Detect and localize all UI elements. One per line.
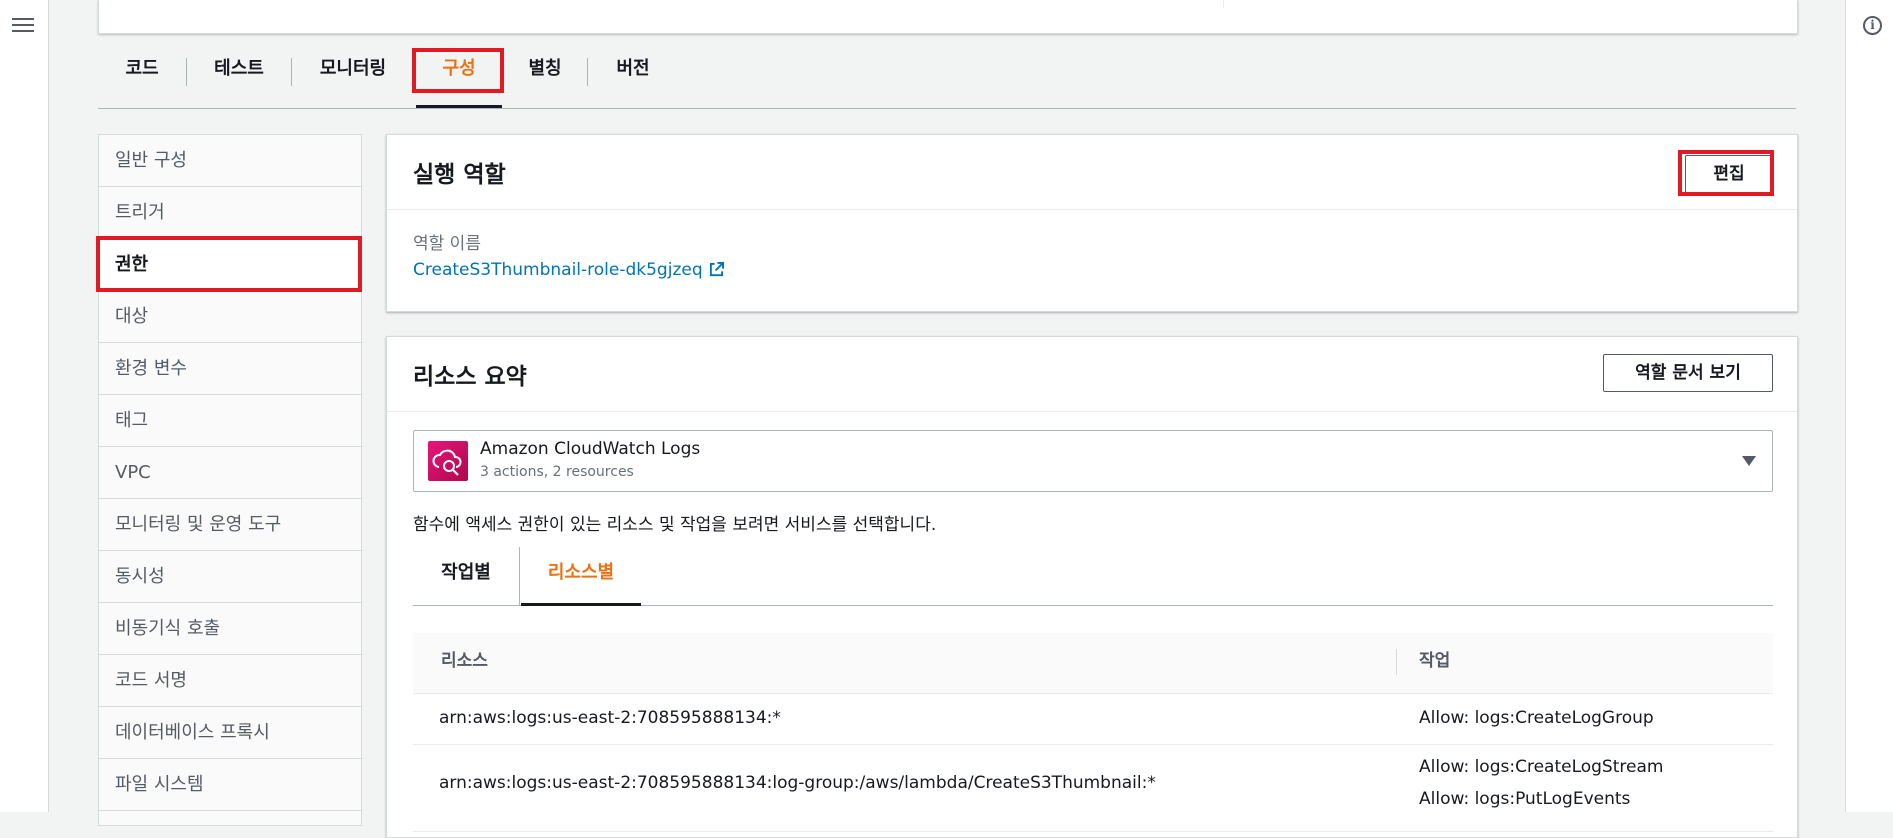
tab-by-resource-label: 리소스별 [547, 562, 615, 583]
action-entry: Allow: logs:PutLogEvents [1419, 789, 1631, 809]
tab-code[interactable]: 코드 [98, 48, 186, 108]
nav-general-configuration[interactable]: 일반 구성 [99, 135, 361, 187]
nav-concurrency[interactable]: 동시성 [99, 551, 361, 603]
resource-summary-title: 리소스 요약 [413, 364, 527, 390]
nav-tags[interactable]: 태그 [99, 395, 361, 447]
role-name-label: 역할 이름 [413, 234, 481, 254]
execution-role-card: 실행 역할 편집 역할 이름 CreateS3Thumbnail-role-dk… [386, 134, 1798, 312]
function-overview-panel [98, 0, 1798, 34]
column-header-resource: 리소스 [441, 651, 488, 671]
resource-arn: arn:aws:logs:us-east-2:708595888134:* [439, 708, 781, 728]
column-header-action: 작업 [1419, 651, 1451, 671]
nav-async-invocation[interactable]: 비동기식 호출 [99, 603, 361, 655]
nav-permissions[interactable]: 권한 [99, 239, 361, 291]
menu-icon[interactable] [12, 14, 34, 34]
tab-versions[interactable]: 버전 [588, 48, 678, 108]
right-rail: i [1845, 0, 1893, 812]
info-icon[interactable]: i [1863, 16, 1882, 35]
tab-by-action[interactable]: 작업별 [413, 547, 519, 605]
cloudwatch-logs-icon [428, 441, 468, 481]
execution-role-title: 실행 역할 [413, 162, 506, 188]
header-divider [387, 411, 1797, 412]
tab-test[interactable]: 테스트 [187, 48, 291, 108]
tab-separator [519, 547, 520, 605]
service-description: 함수에 액세스 권한이 있는 리소스 및 작업을 보려면 서비스를 선택합니다. [413, 515, 937, 535]
nav-file-system[interactable]: 파일 시스템 [99, 759, 361, 811]
view-role-document-button[interactable]: 역할 문서 보기 [1603, 354, 1773, 392]
tab-monitoring[interactable]: 모니터링 [292, 48, 414, 108]
role-name-link[interactable]: CreateS3Thumbnail-role-dk5gjzeq [413, 260, 724, 280]
tab-aliases[interactable]: 별칭 [504, 48, 586, 108]
function-tabs: 코드 테스트 모니터링 구성 별칭 버전 [98, 48, 1796, 109]
nav-destinations[interactable]: 대상 [99, 291, 361, 343]
left-rail [0, 0, 49, 812]
table-row: arn:aws:logs:us-east-2:708595888134:* Al… [413, 694, 1773, 745]
service-detail: 3 actions, 2 resources [480, 464, 634, 480]
table-header: 리소스 작업 [413, 633, 1773, 694]
tab-by-resource[interactable]: 리소스별 [521, 547, 641, 606]
view-tabs: 작업별 리소스별 [413, 547, 1773, 606]
edit-button[interactable]: 편집 [1685, 155, 1773, 193]
service-name: Amazon CloudWatch Logs [480, 439, 701, 459]
nav-monitoring-tools[interactable]: 모니터링 및 운영 도구 [99, 499, 361, 551]
service-select[interactable]: Amazon CloudWatch Logs 3 actions, 2 reso… [413, 430, 1773, 492]
resource-summary-card: 리소스 요약 역할 문서 보기 Amazon CloudWatch Logs 3… [386, 336, 1798, 838]
tab-configuration-label: 구성 [442, 58, 476, 79]
tab-configuration[interactable]: 구성 [416, 48, 502, 108]
header-divider [387, 209, 1797, 210]
nav-vpc[interactable]: VPC [99, 447, 361, 499]
table-row: arn:aws:logs:us-east-2:708595888134:log-… [413, 745, 1773, 832]
nav-triggers[interactable]: 트리거 [99, 187, 361, 239]
action-entry: Allow: logs:CreateLogStream [1419, 757, 1664, 777]
column-separator [1396, 649, 1397, 675]
nav-database-proxy[interactable]: 데이터베이스 프록시 [99, 707, 361, 759]
nav-environment-variables[interactable]: 환경 변수 [99, 343, 361, 395]
external-link-icon [709, 262, 724, 277]
configuration-side-nav: 일반 구성 트리거 권한 대상 환경 변수 태그 VPC 모니터링 및 운영 도… [98, 134, 362, 826]
active-tab-underline [416, 105, 502, 108]
resource-arn: arn:aws:logs:us-east-2:708595888134:log-… [439, 773, 1156, 793]
action-entry: Allow: logs:CreateLogGroup [1419, 708, 1654, 728]
role-name-text: CreateS3Thumbnail-role-dk5gjzeq [413, 260, 703, 280]
nav-code-signing[interactable]: 코드 서명 [99, 655, 361, 707]
divider [1223, 0, 1224, 8]
active-tab-underline [521, 603, 641, 606]
caret-down-icon [1742, 456, 1756, 466]
